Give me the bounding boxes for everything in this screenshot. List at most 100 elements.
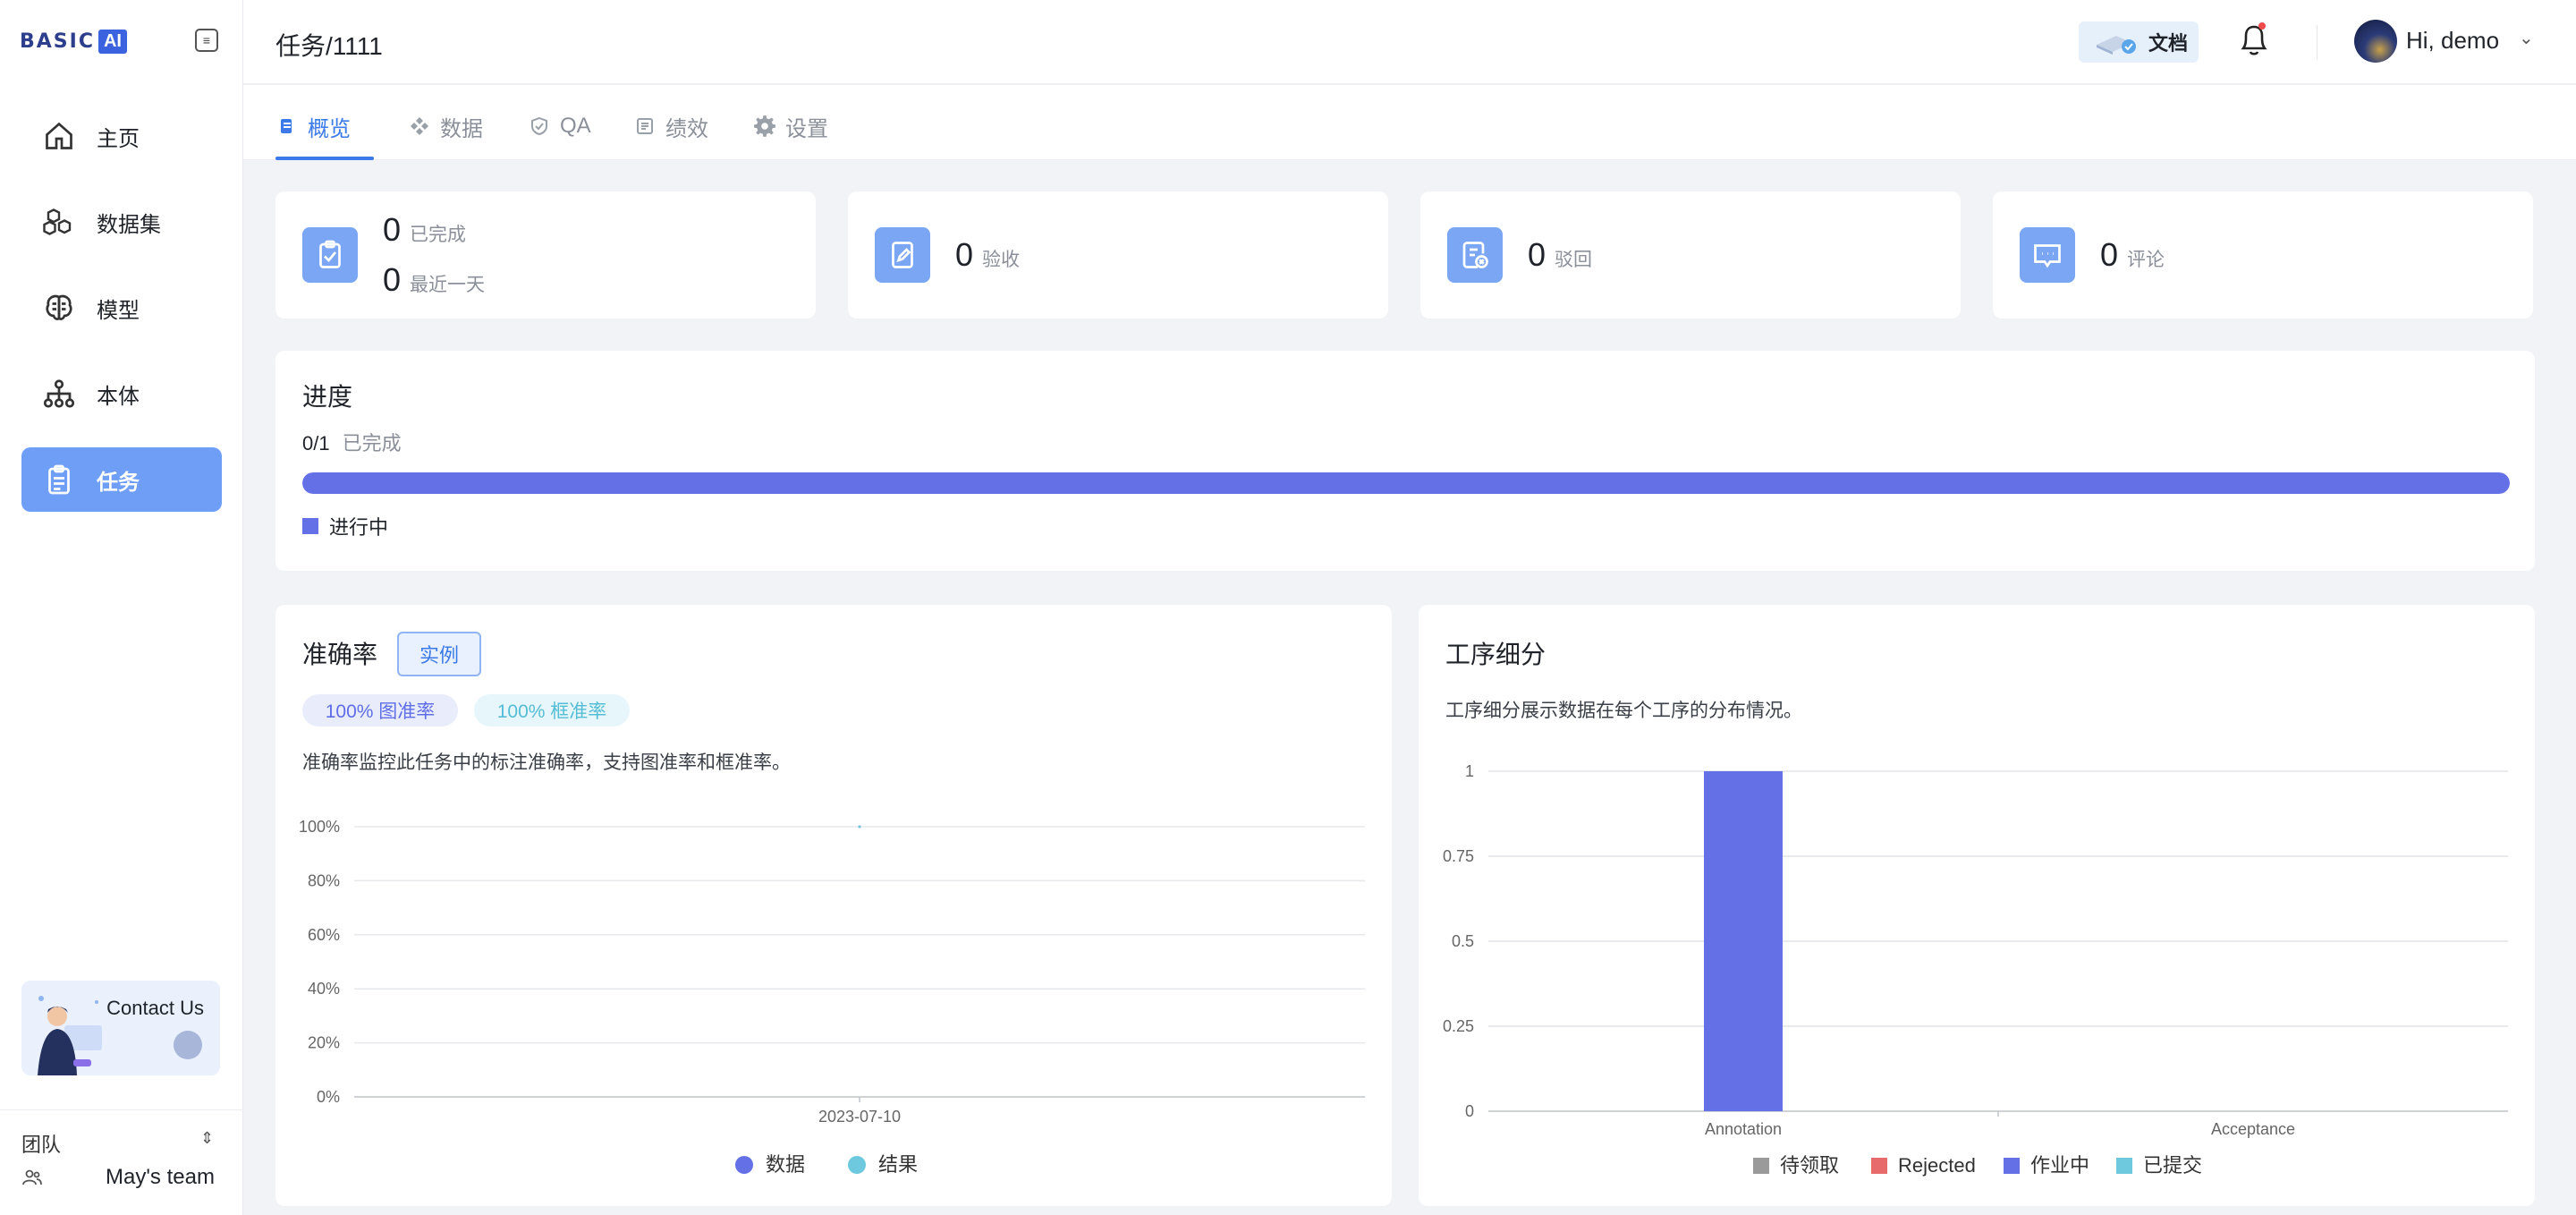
sidebar-item-label: 任务 [97, 470, 140, 495]
hierarchy-icon [41, 376, 77, 412]
progress-summary: 0/1 已完成 [302, 428, 402, 456]
task-done-icon [302, 227, 358, 283]
sidebar-item-datasets[interactable]: 数据集 [21, 190, 222, 254]
sidebar: BASIC AI ≡ 主页 数据集 模型 本体 任务 Contact Us 团队… [0, 0, 243, 1215]
completed-count: 0 [383, 211, 402, 248]
x-tick-label: Annotation [1705, 1120, 1782, 1138]
x-tick-label: Acceptance [2211, 1120, 2295, 1138]
active-tab-indicator [275, 157, 374, 160]
progress-done-label: 已完成 [342, 432, 402, 455]
legend-swatch [2004, 1158, 2020, 1174]
y-tick-label: 0% [317, 1088, 340, 1106]
avatar[interactable] [2354, 20, 2397, 63]
docs-button[interactable]: 文档 [2079, 21, 2199, 63]
y-tick-label: 100% [299, 818, 340, 836]
sidebar-item-label: 数据集 [97, 212, 161, 237]
legend-swatch [1753, 1158, 1769, 1174]
chat-bubble-icon [174, 1031, 202, 1059]
team-label: 团队 [21, 1134, 62, 1156]
tab-overview[interactable]: 概览 [275, 106, 351, 146]
legend-swatch [302, 518, 318, 534]
progress-bar [302, 472, 2510, 494]
rejected-stat-card: 0 驳回 [1420, 191, 1961, 319]
contact-us-card[interactable]: Contact Us [21, 981, 220, 1075]
collapse-sidebar-icon[interactable]: ≡ [195, 29, 218, 52]
last-day-count: 0 [383, 261, 402, 298]
edit-document-icon [875, 227, 930, 283]
notification-bell-icon[interactable] [2236, 20, 2272, 59]
docs-label: 文档 [2148, 32, 2189, 55]
tab-label: 设置 [785, 116, 828, 141]
comments-stat-card: 0 评论 [1993, 191, 2533, 319]
y-tick-label: 0.75 [1443, 847, 1474, 865]
data-point [858, 825, 861, 828]
sidebar-item-home[interactable]: 主页 [21, 104, 222, 168]
rejected-count: 0 [1528, 236, 1546, 273]
y-tick-label: 0.25 [1443, 1017, 1474, 1035]
comments-count: 0 [2100, 236, 2119, 273]
logo-text: BASIC [20, 30, 95, 53]
breadcrumb: 任务/1111 [275, 32, 383, 60]
tab-performance[interactable]: 绩效 [633, 106, 708, 146]
brain-icon [41, 290, 77, 326]
tab-qa[interactable]: QA [528, 106, 591, 146]
accuracy-card: 准确率 实例 100% 图准率 100% 框准率 准确率监控此任务中的标注准确率… [275, 605, 1392, 1206]
legend-label: 已提交 [2143, 1154, 2202, 1177]
accepted-count: 0 [955, 236, 974, 273]
completed-label: 已完成 [410, 225, 467, 245]
rejected-label: 驳回 [1555, 250, 1593, 270]
tab-data[interactable]: 数据 [408, 106, 483, 146]
comments-label: 评论 [2127, 250, 2165, 270]
shield-check-icon [528, 115, 551, 138]
accepted-label: 验收 [982, 250, 1021, 270]
tab-bar: 概览 数据 QA 绩效 设置 [243, 85, 2576, 160]
support-illustration-icon [38, 996, 102, 1075]
progress-card: 进度 0/1 已完成 进行中 [275, 351, 2535, 571]
overview-icon [275, 115, 299, 138]
tab-label: 数据 [440, 116, 483, 141]
team-name[interactable]: May's team [106, 1165, 215, 1190]
legend-label: 待领取 [1780, 1154, 1839, 1177]
progress-legend-in-progress: 进行中 [302, 512, 388, 540]
gear-icon [753, 115, 776, 138]
y-tick-label: 20% [308, 1034, 340, 1052]
tab-settings[interactable]: 设置 [753, 106, 828, 146]
header-divider [2317, 25, 2318, 59]
y-tick-label: 1 [1465, 762, 1474, 780]
y-tick-label: 80% [308, 871, 340, 889]
legend-label: 进行中 [329, 516, 389, 539]
sidebar-item-label: 模型 [97, 298, 140, 323]
legend-label: 数据 [766, 1153, 805, 1176]
sidebar-item-label: 主页 [97, 126, 140, 151]
sidebar-item-tasks[interactable]: 任务 [21, 447, 222, 512]
legend-marker [848, 1156, 866, 1174]
tab-label: 概览 [308, 116, 351, 141]
comment-icon [2020, 227, 2075, 283]
team-icon [21, 1167, 43, 1188]
progress-bar-fill [302, 472, 2510, 494]
sidebar-item-models[interactable]: 模型 [21, 276, 222, 340]
progress-done-count: 0/1 [302, 432, 330, 455]
tab-label: QA [560, 114, 591, 138]
docs-icon [2091, 29, 2141, 55]
y-tick-label: 60% [308, 926, 340, 944]
chevron-down-icon[interactable]: ⌄ [2519, 27, 2534, 49]
accuracy-line-chart: 100% 80% 60% 40% 20% 0% 2023-07-10 数据 结果 [299, 818, 1365, 1176]
logo-accent: AI [97, 29, 127, 54]
y-tick-label: 40% [308, 980, 340, 998]
sidebar-item-ontology[interactable]: 本体 [21, 361, 222, 426]
y-tick-label: 0.5 [1452, 932, 1474, 950]
x-tick-label: 2023-07-10 [818, 1108, 901, 1126]
clipboard-icon [41, 462, 77, 497]
team-switch-icon[interactable]: ⇕ [200, 1129, 214, 1148]
user-greeting[interactable]: Hi, demo [2406, 27, 2499, 55]
completed-stat-card: 0 已完成 0 最近一天 [275, 191, 816, 319]
legend-label: 结果 [878, 1153, 918, 1176]
performance-icon [633, 115, 657, 138]
cubes-icon [41, 204, 77, 240]
legend-swatch [1871, 1158, 1887, 1174]
sidebar-item-label: 本体 [97, 384, 140, 409]
top-header: 任务/1111 文档 Hi, demo ⌄ [243, 0, 2576, 84]
app-logo[interactable]: BASIC AI [20, 25, 127, 57]
bar [1704, 771, 1783, 1111]
